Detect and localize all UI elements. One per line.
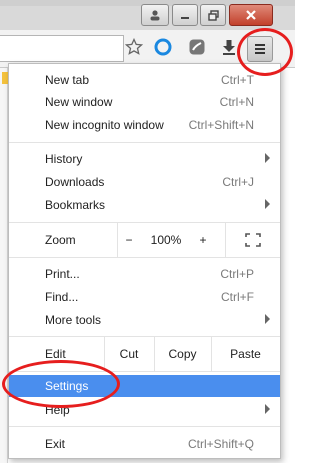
menu-item-label: New tab xyxy=(45,73,90,87)
menu-item-more-tools[interactable]: More tools xyxy=(9,309,280,331)
submenu-arrow-icon xyxy=(265,199,270,209)
menu-item-label: More tools xyxy=(45,313,102,327)
zoom-out-button[interactable]: − xyxy=(117,223,141,257)
restore-button[interactable] xyxy=(200,4,226,26)
menu-item-shortcut: Ctrl+F xyxy=(221,290,254,304)
menu-item-shortcut: Ctrl+Shift+N xyxy=(188,118,254,132)
cut-button[interactable]: Cut xyxy=(104,337,154,371)
menu-item-history[interactable]: History xyxy=(9,148,280,170)
fullscreen-button[interactable] xyxy=(225,223,280,257)
close-icon xyxy=(246,10,256,20)
menu-item-label: Find... xyxy=(45,290,79,304)
menu-item-downloads[interactable]: Downloads Ctrl+J xyxy=(9,171,280,193)
menu-item-find[interactable]: Find... Ctrl+F xyxy=(9,286,280,308)
window-titlebar xyxy=(0,0,295,30)
menu-item-new-window[interactable]: New window Ctrl+N xyxy=(9,91,280,113)
menu-item-label: Downloads xyxy=(45,175,105,189)
submenu-arrow-icon xyxy=(265,153,270,163)
menu-item-shortcut: Ctrl+Shift+Q xyxy=(187,437,254,451)
extension-icon xyxy=(189,39,205,55)
menu-separator xyxy=(9,142,280,143)
star-icon xyxy=(125,38,143,55)
menu-item-label: Bookmarks xyxy=(45,198,106,212)
minimize-button[interactable] xyxy=(172,4,198,26)
menu-item-bookmarks[interactable]: Bookmarks xyxy=(9,194,280,216)
copy-button[interactable]: Copy xyxy=(154,337,211,371)
menu-item-shortcut: Ctrl+T xyxy=(221,73,254,87)
close-button[interactable] xyxy=(229,4,273,26)
menu-item-label: Print... xyxy=(45,267,80,281)
menu-item-new-incognito-window[interactable]: New incognito window Ctrl+Shift+N xyxy=(9,114,280,136)
fullscreen-icon xyxy=(244,233,261,247)
menu-item-shortcut: Ctrl+J xyxy=(222,175,254,189)
minimize-icon xyxy=(181,17,189,19)
menu-item-exit[interactable]: Exit Ctrl+Shift+Q xyxy=(9,433,280,455)
menu-item-shortcut: Ctrl+P xyxy=(220,267,254,281)
extension-button[interactable] xyxy=(186,36,208,58)
profile-button[interactable] xyxy=(141,4,169,26)
menu-item-shortcut: Ctrl+N xyxy=(219,95,254,109)
omnibox[interactable] xyxy=(0,35,124,62)
menu-separator xyxy=(9,426,280,427)
menu-item-label: Exit xyxy=(45,437,66,451)
menu-item-print[interactable]: Print... Ctrl+P xyxy=(9,263,280,285)
annotation-circle-settings xyxy=(2,360,120,408)
menu-separator xyxy=(9,257,280,258)
bookmark-star-button[interactable] xyxy=(123,36,145,58)
page-edge xyxy=(0,68,8,463)
restore-icon xyxy=(207,9,219,21)
submenu-arrow-icon xyxy=(265,314,270,324)
paste-button[interactable]: Paste xyxy=(211,337,280,371)
menu-item-new-tab[interactable]: New tab Ctrl+T xyxy=(9,69,280,91)
zoom-label: Zoom xyxy=(45,233,76,247)
download-icon xyxy=(223,40,235,55)
zoom-row: Zoom − 100% + xyxy=(9,223,280,257)
menu-item-label: New incognito window xyxy=(45,118,164,132)
annotation-circle-menu-button xyxy=(237,28,293,76)
zoom-value: 100% xyxy=(150,233,182,247)
edit-label: Edit xyxy=(45,347,66,361)
user-icon xyxy=(150,10,160,21)
menu-item-label: History xyxy=(45,152,83,166)
opera-icon xyxy=(154,38,172,56)
opera-extension-button[interactable] xyxy=(152,36,174,58)
zoom-in-button[interactable]: + xyxy=(191,223,215,257)
menu-item-label: New window xyxy=(45,95,113,109)
submenu-arrow-icon xyxy=(265,404,270,414)
